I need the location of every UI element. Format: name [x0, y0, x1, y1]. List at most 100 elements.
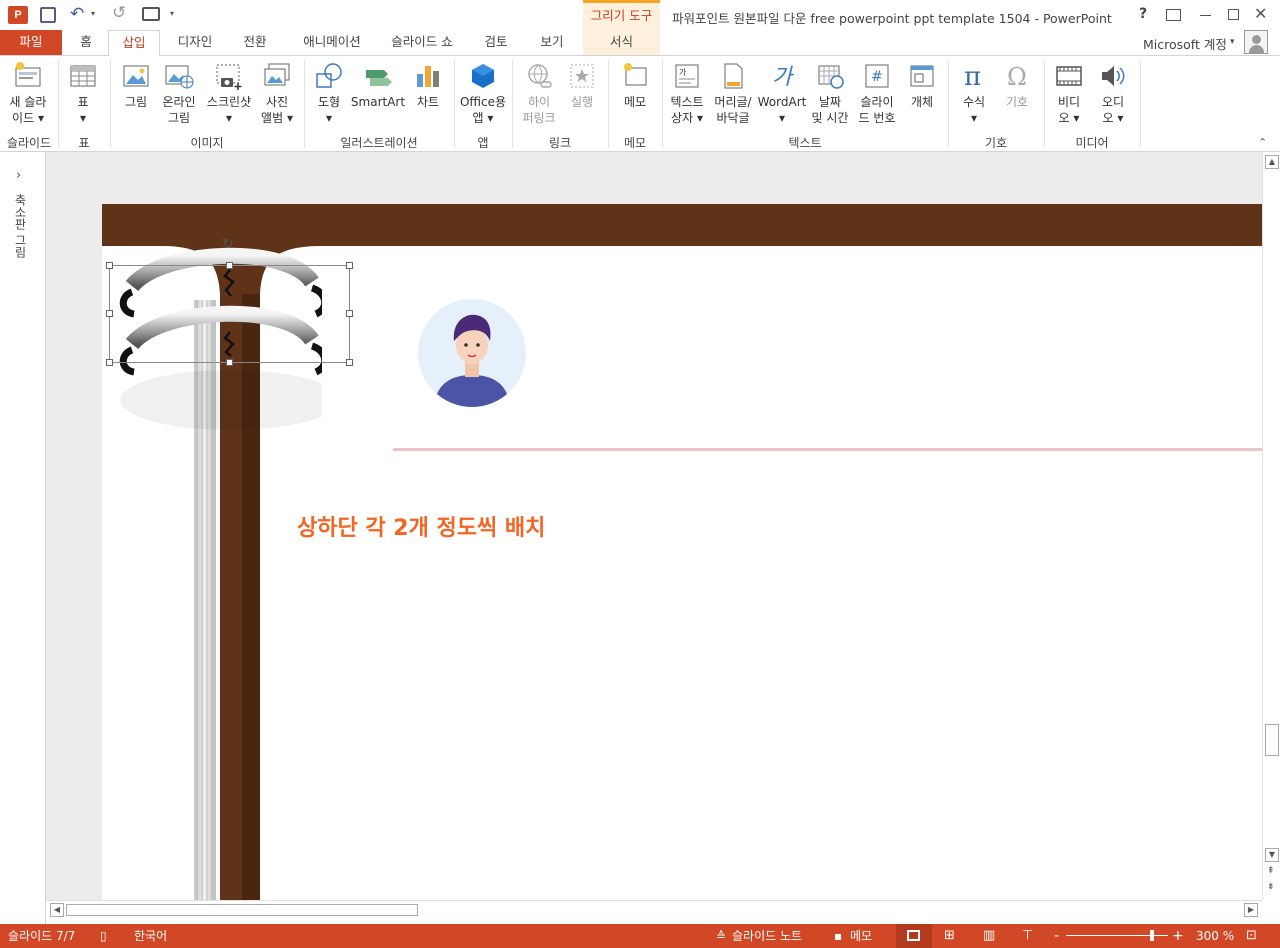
undo-icon[interactable]: ↶ [70, 4, 84, 24]
notes-icon[interactable]: ≙ [716, 928, 726, 944]
language-label[interactable]: 한국어 [134, 928, 167, 944]
slide-number-icon: # [865, 64, 889, 88]
maximize-icon[interactable] [1228, 9, 1239, 20]
slideshow-icon[interactable]: ⊤ [1022, 928, 1033, 944]
save-icon[interactable] [40, 7, 56, 23]
smartart-button[interactable]: SmartArt [350, 60, 406, 110]
header-footer-button[interactable]: 머리글/ 바닥글 [710, 60, 756, 126]
minimize-icon[interactable] [1200, 15, 1211, 16]
symbol-button[interactable]: Ω 기호 [996, 60, 1038, 110]
date-time-label-1: 날짜 [818, 95, 842, 109]
window-title: 파워포인트 원본파일 다운 free powerpoint ppt templa… [672, 11, 1112, 26]
zoom-slider[interactable] [1066, 930, 1168, 941]
equation-label: 수식 [962, 95, 986, 109]
horizontal-scrollbar[interactable]: ◀ ▶ [46, 900, 1262, 918]
date-time-button[interactable]: 날짜 및 시간 [808, 60, 852, 126]
resize-handle[interactable] [346, 262, 353, 269]
tab-animations[interactable]: 애니메이션 [290, 30, 374, 55]
zoom-level[interactable]: 300 % [1196, 928, 1234, 944]
resize-handle[interactable] [346, 310, 353, 317]
avatar[interactable] [1244, 30, 1268, 54]
tab-design[interactable]: 디자인 [166, 30, 224, 55]
wordart-button[interactable]: 가 WordArt ▾ [756, 60, 808, 126]
photo-album-button[interactable]: 사진 앨범 ▾ [256, 60, 298, 126]
comments-button[interactable]: 메모 [850, 928, 872, 944]
action-button[interactable]: 실행 [562, 60, 602, 110]
undo-dropdown-icon[interactable]: ▾ [91, 9, 95, 18]
slide-sorter-icon[interactable]: ⊞ [944, 928, 955, 944]
group-label-slides: 슬라이드 [6, 136, 52, 150]
equation-button[interactable]: π 수식 ▾ [952, 60, 996, 126]
slide-count: 슬라이드 7/7 [8, 929, 76, 943]
slide-number-button[interactable]: # 슬라이 드 번호 [854, 60, 900, 126]
comment-button[interactable]: 메모 [612, 60, 658, 110]
shapes-label: 도형 [317, 95, 341, 109]
spellcheck-icon[interactable]: ▯ [100, 928, 107, 944]
chart-button[interactable]: 차트 [408, 60, 448, 110]
resize-handle[interactable] [106, 359, 113, 366]
redo-icon[interactable]: ↺ [112, 3, 126, 23]
resize-handle[interactable] [106, 262, 113, 269]
scroll-left-icon[interactable]: ◀ [50, 903, 64, 917]
online-picture-button[interactable]: 온라인 그림 [158, 60, 200, 126]
resize-handle[interactable] [226, 262, 233, 269]
profile-avatar[interactable] [418, 299, 526, 407]
resize-handle[interactable] [106, 310, 113, 317]
collapse-ribbon-icon[interactable]: ⌃ [1258, 136, 1267, 149]
office-apps-button[interactable]: Office용 앱 ▾ [458, 60, 508, 126]
scroll-thumb[interactable] [1265, 724, 1279, 756]
resize-handle[interactable] [346, 359, 353, 366]
tab-insert[interactable]: 삽입 [108, 30, 160, 56]
textbox-button[interactable]: 가 텍스트 상자 ▾ [666, 60, 708, 126]
comments-icon[interactable]: ▪ [834, 928, 842, 944]
shapes-button[interactable]: 도형 ▾ [308, 60, 350, 126]
customize-toolbar-icon[interactable]: ▾ [170, 9, 174, 18]
scroll-down-icon[interactable]: ▼ [1265, 848, 1279, 862]
picture-button[interactable]: 그림 [116, 60, 156, 110]
tab-format[interactable]: 서식 [583, 30, 660, 55]
selection-box[interactable] [109, 265, 350, 363]
slide-canvas[interactable]: ↻ 상하단 각 2개 정도씩 배치 [102, 204, 1262, 900]
account-dropdown-icon[interactable]: ▾ [1230, 37, 1235, 47]
previous-slide-icon[interactable]: ⇞ [1267, 866, 1275, 876]
normal-view-button[interactable] [896, 924, 932, 948]
tab-file[interactable]: 파일 [0, 30, 62, 55]
new-slide-button[interactable]: 새 슬라 이드 ▾ [4, 60, 52, 126]
next-slide-icon[interactable]: ⇟ [1267, 882, 1275, 892]
comment-label: 메모 [623, 95, 647, 109]
annotation-text[interactable]: 상하단 각 2개 정도씩 배치 [297, 510, 545, 542]
tab-slideshow[interactable]: 슬라이드 쇼 [382, 30, 462, 55]
tab-review[interactable]: 검토 [472, 30, 520, 55]
notes-button[interactable]: 슬라이드 노트 [732, 928, 802, 944]
zoom-in-button[interactable]: + [1172, 928, 1184, 944]
table-button[interactable]: 표 ▾ [62, 60, 104, 126]
expand-thumbnails-icon[interactable]: › [16, 168, 21, 183]
scroll-right-icon[interactable]: ▶ [1244, 903, 1258, 917]
zoom-out-button[interactable]: - [1054, 928, 1059, 944]
vertical-scrollbar[interactable]: ▲ ▼ ⇞ ⇟ [1262, 152, 1280, 900]
scroll-up-icon[interactable]: ▲ [1265, 155, 1279, 169]
tab-transitions[interactable]: 전환 [232, 30, 278, 55]
zoom-slider-thumb[interactable] [1150, 930, 1154, 941]
pi-icon: π [964, 62, 981, 92]
video-button[interactable]: 비디 오 ▾ [1048, 60, 1090, 126]
account-label[interactable]: Microsoft 계정 [1143, 34, 1227, 53]
resize-handle[interactable] [226, 359, 233, 366]
group-label-apps: 앱 [477, 136, 489, 150]
help-icon[interactable]: ? [1139, 6, 1147, 22]
smartart-icon [366, 70, 392, 86]
audio-button[interactable]: 오디 오 ▾ [1092, 60, 1134, 126]
close-icon[interactable]: ✕ [1254, 4, 1267, 23]
reading-view-icon[interactable]: ▥ [983, 928, 995, 944]
tab-home[interactable]: 홈 [66, 30, 106, 55]
tab-view[interactable]: 보기 [528, 30, 576, 55]
thumbnails-label[interactable]: 축소판 그림 [12, 194, 29, 258]
screenshot-button[interactable]: 스크린샷 ▾ [202, 60, 256, 126]
object-button[interactable]: 개체 [902, 60, 942, 110]
fit-to-window-icon[interactable]: ⊡ [1246, 928, 1257, 944]
horizontal-scroll-thumb[interactable] [66, 904, 418, 916]
ribbon-display-options-icon[interactable] [1166, 9, 1181, 21]
hyperlink-button[interactable]: 하이 퍼링크 [516, 60, 562, 126]
rotate-handle-icon[interactable]: ↻ [222, 236, 234, 252]
present-from-start-icon[interactable] [142, 7, 160, 21]
